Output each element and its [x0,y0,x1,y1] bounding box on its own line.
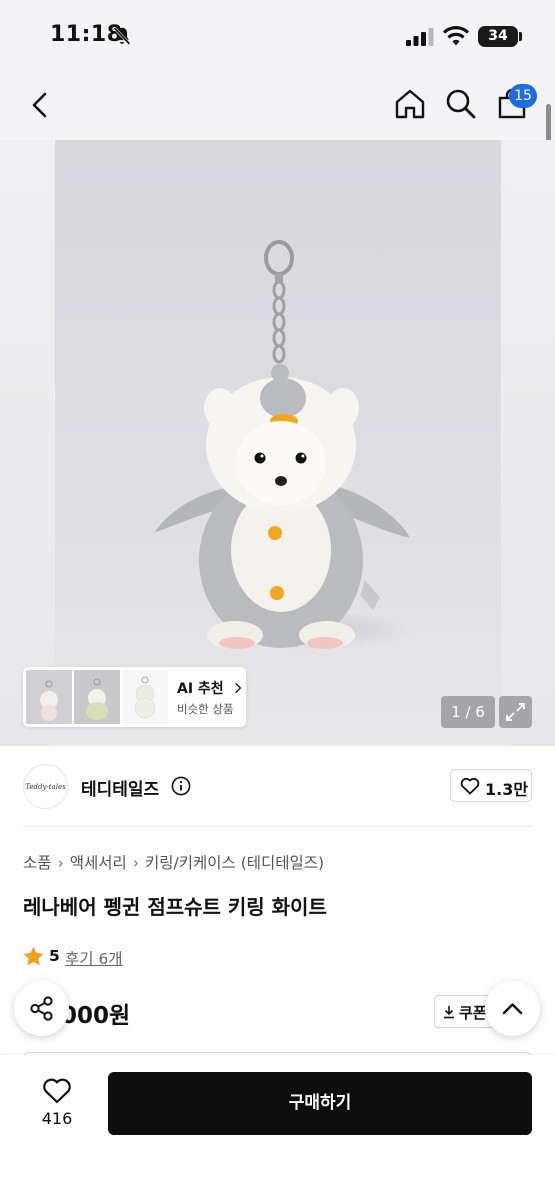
battery-tip [519,32,522,41]
breadcrumb-item[interactable]: 소품 [23,851,52,873]
bear-thumbnail-icon [86,678,108,720]
wish-count: 416 [41,1109,73,1128]
cart-badge: 15 [509,84,537,108]
coupon-label: 쿠폰 [459,1004,487,1022]
shop-logo[interactable]: Teddy-tales [23,764,68,809]
status-bar: 11:18 34 [0,0,555,70]
shop-name[interactable]: 테디테일즈 [81,775,159,800]
share-button[interactable] [14,981,69,1036]
shop-like-count: 1.3만 [485,780,529,799]
wifi-icon [443,26,469,46]
breadcrumb-item[interactable]: 액세서리 [70,851,127,873]
similar-product-thumb[interactable] [74,670,120,724]
back-icon[interactable] [28,90,52,120]
nav-header: 15 [0,70,555,140]
chevron-right-icon: › [57,854,64,872]
download-icon [444,1006,454,1019]
teddy-keyring-illustration [155,240,410,649]
expand-icon [506,703,525,721]
rating-value: 5 [49,947,60,965]
price-text: 000원 [61,1003,131,1029]
bear-thumbnail-icon [134,676,156,719]
ai-recommend-title[interactable]: AI 추천 [177,678,242,698]
ai-recommend-subtitle: 비슷한 상품 [177,702,234,716]
signal-icon [406,28,434,46]
divider [23,826,532,827]
bear-thumbnail-icon [40,680,58,721]
star-icon [23,946,44,966]
battery-icon: 34 [478,26,518,47]
heart-icon [43,1078,71,1104]
info-icon[interactable] [171,776,191,796]
ai-recommend-label: AI 추천 [177,681,224,697]
product-gallery[interactable]: AI 추천 비슷한 상품 1 / 6 [0,140,555,746]
breadcrumb: 소품 › 액세서리 › 키링/키케이스 (테디테일즈) [23,851,324,873]
bell-slash-icon [113,27,131,45]
expand-button[interactable] [499,696,532,728]
home-icon[interactable] [393,87,427,121]
product-photo [55,140,501,746]
shop-like-button[interactable]: 1.3만 [450,769,532,802]
similar-product-thumb[interactable] [122,670,168,724]
heart-icon [460,777,480,795]
chevron-right-icon: › [132,854,139,872]
similar-product-thumb[interactable] [26,670,72,724]
search-icon[interactable] [444,87,478,121]
chevron-right-icon [234,682,241,694]
buy-button[interactable]: 구매하기 [108,1072,532,1135]
similar-products-strip[interactable]: AI 추천 비슷한 상품 [23,667,246,727]
bottom-action-bar: 416 구매하기 [0,1055,555,1200]
review-link[interactable]: 후기 6개 [65,947,123,969]
chevron-up-icon [502,1003,523,1015]
share-icon [30,996,53,1021]
scroll-to-top-button[interactable] [485,981,540,1036]
wish-button[interactable]: 416 [30,1073,84,1133]
product-title: 레나베어 펭귄 점프슈트 키링 화이트 [23,895,327,919]
breadcrumb-item[interactable]: 키링/키케이스 (테디테일즈) [145,851,324,873]
page-indicator: 1 / 6 [441,696,495,728]
